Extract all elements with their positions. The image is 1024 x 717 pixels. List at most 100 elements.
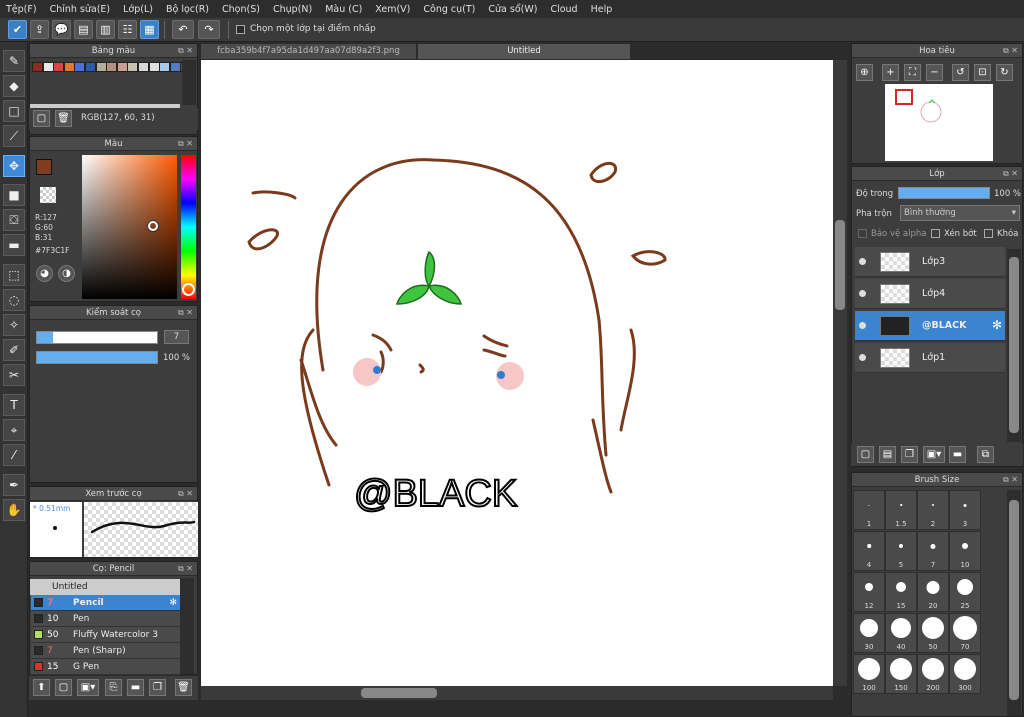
menu-select[interactable]: Chọn(S) xyxy=(222,4,260,15)
delete-palette-icon[interactable]: 🗑 xyxy=(55,110,72,127)
menu-view[interactable]: Xem(V) xyxy=(375,4,410,15)
eyedropper-icon[interactable]: ⁄ xyxy=(3,444,25,466)
brush-size-cell[interactable]: 2 xyxy=(917,490,949,530)
brush-new-icon[interactable]: ▢ xyxy=(55,679,72,696)
rotate-right-icon[interactable]: ↻ xyxy=(996,64,1013,81)
menu-filter[interactable]: Bộ lọc(R) xyxy=(166,4,209,15)
palette-swatch[interactable] xyxy=(42,62,54,72)
brush-size-cell[interactable]: 7 xyxy=(917,531,949,571)
zoom-fit-icon[interactable]: ⊕ xyxy=(856,64,873,81)
brush-list-item[interactable]: 10 Pen xyxy=(31,611,181,627)
menu-capture[interactable]: Chụp(N) xyxy=(273,4,312,15)
shape-tool-icon[interactable]: □ xyxy=(3,100,25,122)
palette-swatch[interactable] xyxy=(74,62,86,72)
palette-swatch[interactable] xyxy=(32,62,43,72)
palette-swatch[interactable] xyxy=(106,62,118,72)
palette-swatch[interactable] xyxy=(85,62,96,72)
brush-size-cell[interactable]: 12 xyxy=(853,572,885,612)
drawing-canvas[interactable]: @BLACK xyxy=(201,60,833,686)
snap-icon[interactable]: ✔ xyxy=(8,20,27,39)
new-layer-paper-icon[interactable]: ▤ xyxy=(879,446,896,463)
comment-icon[interactable]: 💬 xyxy=(52,20,71,39)
palette-swatch[interactable] xyxy=(159,62,171,72)
brush-type-icon[interactable]: ▣▾ xyxy=(77,679,99,696)
hue-handle[interactable] xyxy=(182,283,195,296)
brush-size-scrollbar[interactable] xyxy=(1007,490,1021,716)
fit-window-icon[interactable]: ⊡ xyxy=(974,64,991,81)
palette-swatch[interactable] xyxy=(95,62,107,72)
lock-checkbox[interactable] xyxy=(984,229,993,238)
protect-alpha-checkbox[interactable] xyxy=(858,229,867,238)
menu-file[interactable]: Tệp(F) xyxy=(6,4,37,15)
layer-row[interactable]: Lớp4 xyxy=(855,279,1005,309)
gear-icon[interactable]: ✻ xyxy=(169,595,177,611)
redo-icon[interactable]: ↷ xyxy=(198,20,220,39)
menu-cloud[interactable]: Cloud xyxy=(550,4,577,15)
select-pen-icon[interactable]: ✐ xyxy=(3,339,25,361)
brush-size-cell[interactable]: 5 xyxy=(885,531,917,571)
layer-opacity-slider[interactable] xyxy=(898,187,990,199)
rotate-left-icon[interactable]: ↺ xyxy=(952,64,969,81)
layer-scrollbar[interactable] xyxy=(1007,249,1021,442)
canvas-vertical-scrollbar[interactable] xyxy=(833,60,847,686)
brush-opacity-slider[interactable] xyxy=(36,351,158,364)
tab-file[interactable]: fcba359b4f7a95da1d497aa07d89a2f3.png xyxy=(201,44,416,59)
brush-size-cell[interactable]: 50 xyxy=(917,613,949,653)
select-eraser-icon[interactable]: ✂ xyxy=(3,364,25,386)
menu-window[interactable]: Cửa sổ(W) xyxy=(488,4,537,15)
brush-size-cell[interactable]: 25 xyxy=(949,572,981,612)
palette-swatch[interactable] xyxy=(148,62,160,72)
layer-duplicate-icon[interactable]: ⧉ xyxy=(977,446,994,463)
clipping-checkbox[interactable] xyxy=(931,229,940,238)
text-tool-icon[interactable]: T xyxy=(3,394,25,416)
background-color-swatch[interactable] xyxy=(40,187,56,203)
eye-icon[interactable] xyxy=(859,354,866,361)
brush-delete-icon[interactable]: 🗑 xyxy=(175,679,192,696)
brush-list-item[interactable]: 7 Pencil ✻ xyxy=(31,595,181,611)
hand-tool-icon[interactable]: ✋ xyxy=(3,499,25,521)
color-wheel-icon[interactable]: ◕ xyxy=(36,265,53,282)
navigator-thumbnail[interactable] xyxy=(885,84,993,161)
brush-size-cell[interactable]: 100 xyxy=(853,654,885,694)
menu-help[interactable]: Help xyxy=(591,4,613,15)
eye-icon[interactable] xyxy=(859,258,866,265)
brush-duplicate-icon[interactable]: ❐ xyxy=(149,679,166,696)
brush-group-header[interactable]: Untitled xyxy=(30,579,180,595)
eye-icon[interactable] xyxy=(859,322,866,329)
brush-size-cell[interactable]: 1 xyxy=(853,490,885,530)
line-tool-icon[interactable]: ⟋ xyxy=(3,125,25,147)
brush-size-cell[interactable]: 1.5 xyxy=(885,490,917,530)
palette-swatch[interactable] xyxy=(116,62,128,72)
share-icon[interactable]: ⇪ xyxy=(30,20,49,39)
menu-color[interactable]: Màu (C) xyxy=(325,4,362,15)
palette-swatch[interactable] xyxy=(63,62,75,72)
layer-row[interactable]: Lớp1 xyxy=(855,343,1005,373)
eye-icon[interactable] xyxy=(859,290,866,297)
saturation-value-picker[interactable] xyxy=(82,155,177,299)
brush-list-item[interactable]: 7 Pen (Sharp) xyxy=(31,643,181,659)
brush-size-cell[interactable]: 150 xyxy=(885,654,917,694)
navigator-viewport[interactable] xyxy=(895,89,913,105)
gear-icon[interactable]: ✻ xyxy=(992,318,1002,332)
layer-type-icon[interactable]: ▣▾ xyxy=(923,446,945,463)
menu-tools[interactable]: Công cụ(T) xyxy=(423,4,475,15)
palette-swatch[interactable] xyxy=(127,62,139,72)
canvas-horizontal-scrollbar[interactable] xyxy=(201,686,833,700)
brush-size-value[interactable]: 7 xyxy=(164,330,189,344)
panel-close-icon[interactable]: ⧉ ✕ xyxy=(178,44,193,58)
layer-folder-icon[interactable]: ▬ xyxy=(949,446,966,463)
brush-folder-icon[interactable]: ▬ xyxy=(127,679,144,696)
layer-copy-icon[interactable]: ❐ xyxy=(901,446,918,463)
blend-mode-select[interactable]: Bình thường ▾ xyxy=(900,205,1020,221)
brush-size-cell[interactable]: 40 xyxy=(885,613,917,653)
move-tool-icon[interactable]: ✥ xyxy=(3,155,25,177)
pen-tool-icon[interactable]: ✒ xyxy=(3,474,25,496)
brush-size-cell[interactable]: 20 xyxy=(917,572,949,612)
new-layer-icon[interactable]: ▢ xyxy=(857,446,874,463)
brush-size-cell[interactable]: 3 xyxy=(949,490,981,530)
zoom-in-icon[interactable]: + xyxy=(882,64,899,81)
palette-swatch[interactable] xyxy=(53,62,65,72)
brush-size-slider[interactable] xyxy=(36,331,158,344)
brush-size-cell[interactable]: 10 xyxy=(949,531,981,571)
lasso-select-icon[interactable]: ◌ xyxy=(3,289,25,311)
